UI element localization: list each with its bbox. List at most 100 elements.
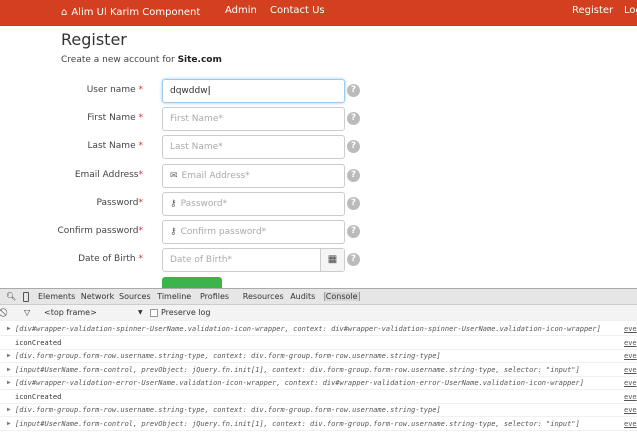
expand-arrow-icon[interactable]: ▶	[7, 406, 11, 413]
expand-arrow-icon[interactable]: ▶	[7, 366, 11, 373]
help-icon[interactable]: ?	[347, 112, 360, 126]
console-message: [div.form-group.form-row.username.string…	[15, 406, 441, 414]
source-link[interactable]: eve	[624, 352, 637, 360]
form-row: First Name * First Name* ?	[0, 107, 380, 132]
help-icon[interactable]: ?	[347, 168, 360, 182]
devtools-tab-network[interactable]: Network	[81, 292, 114, 301]
required-marker: *	[135, 85, 143, 95]
subtitle-text: Create a new account for	[61, 55, 178, 65]
devtools-tab-audits[interactable]: Audits	[290, 292, 315, 301]
console-line: iconCreated eve	[0, 337, 637, 350]
required-marker: *	[138, 197, 144, 208]
devtools-tab-resources[interactable]: Resources	[243, 292, 284, 301]
source-link[interactable]: eve	[624, 393, 637, 401]
nav-login[interactable]: Log	[624, 5, 637, 16]
console-line: ▶ [div.form-group.form-row.username.strin…	[0, 350, 637, 363]
devtools-tabbar: 🔍︎ Elements Network Sources Timeline Profile…	[0, 289, 637, 305]
required-marker: *	[138, 169, 144, 180]
label-text: First Name	[87, 113, 136, 124]
source-link[interactable]: eve	[624, 379, 637, 387]
nav-contact-us[interactable]: Contact Us	[270, 5, 325, 16]
devtools-tab-profiles[interactable]: Profiles	[200, 292, 229, 301]
navbar: ⌂ Alim Ul Karim Component Admin Contact …	[0, 0, 637, 26]
input-field[interactable]: dqwddw|	[162, 79, 345, 103]
devtools-tab-sources[interactable]: Sources	[119, 292, 151, 301]
input-field[interactable]: First Name*	[162, 107, 345, 132]
field-placeholder: First Name*	[170, 114, 223, 125]
form-row: Password* ⚷ Password* ?	[0, 191, 380, 216]
console-line: iconCreated eve	[0, 391, 637, 404]
key-icon: ⚷	[170, 198, 177, 209]
site-name: Site.com	[177, 55, 222, 65]
inspect-icon[interactable]: 🔍︎	[6, 292, 16, 301]
label-text: Confirm password	[57, 226, 139, 236]
console-line: ▶ [input#UserName.form-control, prevObjec…	[0, 418, 637, 431]
label-text: Date of Birth	[78, 254, 136, 265]
input-field[interactable]: Last Name*	[162, 135, 345, 160]
nav-register[interactable]: Register	[572, 5, 613, 16]
source-link[interactable]: eve	[624, 420, 637, 428]
source-link[interactable]: eve	[624, 406, 637, 414]
envelope-icon: ✉	[170, 170, 178, 181]
required-marker: *	[135, 254, 143, 265]
required-marker: *	[135, 113, 143, 124]
field-label: User name *	[87, 85, 143, 95]
console-message: iconCreated	[15, 338, 62, 347]
input-field[interactable]: ✉ Email Address*	[162, 163, 345, 188]
form-row: Last Name * Last Name* ?	[0, 135, 380, 160]
page-title: Register	[61, 30, 127, 49]
input-field[interactable]: ⚷ Password*	[162, 191, 345, 216]
input-field[interactable]: ⚷ Confirm password*	[162, 220, 345, 244]
field-placeholder: Password*	[180, 198, 228, 209]
field-label: Confirm password*	[57, 226, 143, 236]
help-icon[interactable]: ?	[347, 225, 360, 238]
expand-arrow-icon[interactable]: ▶	[7, 420, 11, 427]
field-value: dqwddw	[170, 86, 208, 96]
console-message: [div.form-group.form-row.username.string…	[15, 352, 441, 360]
label-text: User name	[86, 85, 136, 95]
devtools-tab-console[interactable]: Console	[323, 292, 360, 301]
label-text: Password	[96, 197, 139, 208]
console-line: ▶ [input#UserName.form-control, prevObjec…	[0, 364, 637, 377]
help-icon[interactable]: ?	[347, 253, 360, 267]
input-field[interactable]: Date of Birth* ▦	[162, 248, 345, 273]
form-row: Confirm password* ⚷ Confirm password* ?	[0, 220, 380, 244]
source-link[interactable]: eve	[624, 366, 637, 374]
expand-arrow-icon[interactable]: ▶	[7, 325, 11, 332]
form-row: Email Address* ✉ Email Address* ?	[0, 163, 380, 188]
home-icon: ⌂	[61, 7, 68, 18]
source-link[interactable]: eve	[624, 339, 637, 347]
source-link[interactable]: eve	[624, 325, 637, 333]
field-placeholder: Confirm password*	[180, 227, 267, 237]
devtools-panel: 🔍︎ Elements Network Sources Timeline Profile…	[0, 288, 637, 433]
field-placeholder: Email Address*	[181, 170, 250, 181]
field-label: Password*	[96, 198, 143, 208]
brand-link[interactable]: ⌂ Alim Ul Karim Component	[61, 3, 200, 18]
field-label: Email Address*	[75, 170, 143, 180]
nav-admin[interactable]: Admin	[225, 5, 257, 16]
console-message: [input#UserName.form-control, prevObject…	[15, 419, 580, 428]
console-line: ▶ [div#wrapper-validation-error-UserName.…	[0, 377, 637, 390]
expand-arrow-icon[interactable]: ▶	[7, 379, 11, 386]
form-row: Date of Birth * Date of Birth* ▦ ?	[0, 248, 380, 273]
console-message: [div#wrapper-validation-error-UserName.v…	[15, 379, 584, 387]
device-mode-icon[interactable]	[23, 292, 29, 302]
label-text: Last Name	[87, 141, 136, 152]
required-marker: *	[138, 226, 144, 236]
console-line-partial	[0, 313, 637, 321]
help-icon[interactable]: ?	[347, 196, 360, 210]
field-placeholder: Last Name*	[170, 142, 223, 153]
brand-text: Alim Ul Karim Component	[71, 7, 201, 18]
label-text: Email Address	[74, 169, 139, 180]
form-row: User name * dqwddw| ?	[0, 79, 380, 103]
console-message: [input#UserName.form-control, prevObject…	[15, 365, 580, 374]
help-icon[interactable]: ?	[347, 140, 360, 154]
expand-arrow-icon[interactable]: ▶	[7, 352, 11, 359]
devtools-tab-timeline[interactable]: Timeline	[157, 292, 191, 301]
field-label: Date of Birth *	[78, 254, 143, 264]
calendar-icon[interactable]: ▦	[320, 249, 344, 272]
page-subtitle: Create a new account for Site.com	[61, 55, 222, 65]
devtools-tab-elements[interactable]: Elements	[38, 292, 75, 301]
help-icon[interactable]: ?	[347, 84, 360, 97]
console-message: [div#wrapper-validation-spinner-UserName…	[15, 325, 601, 333]
